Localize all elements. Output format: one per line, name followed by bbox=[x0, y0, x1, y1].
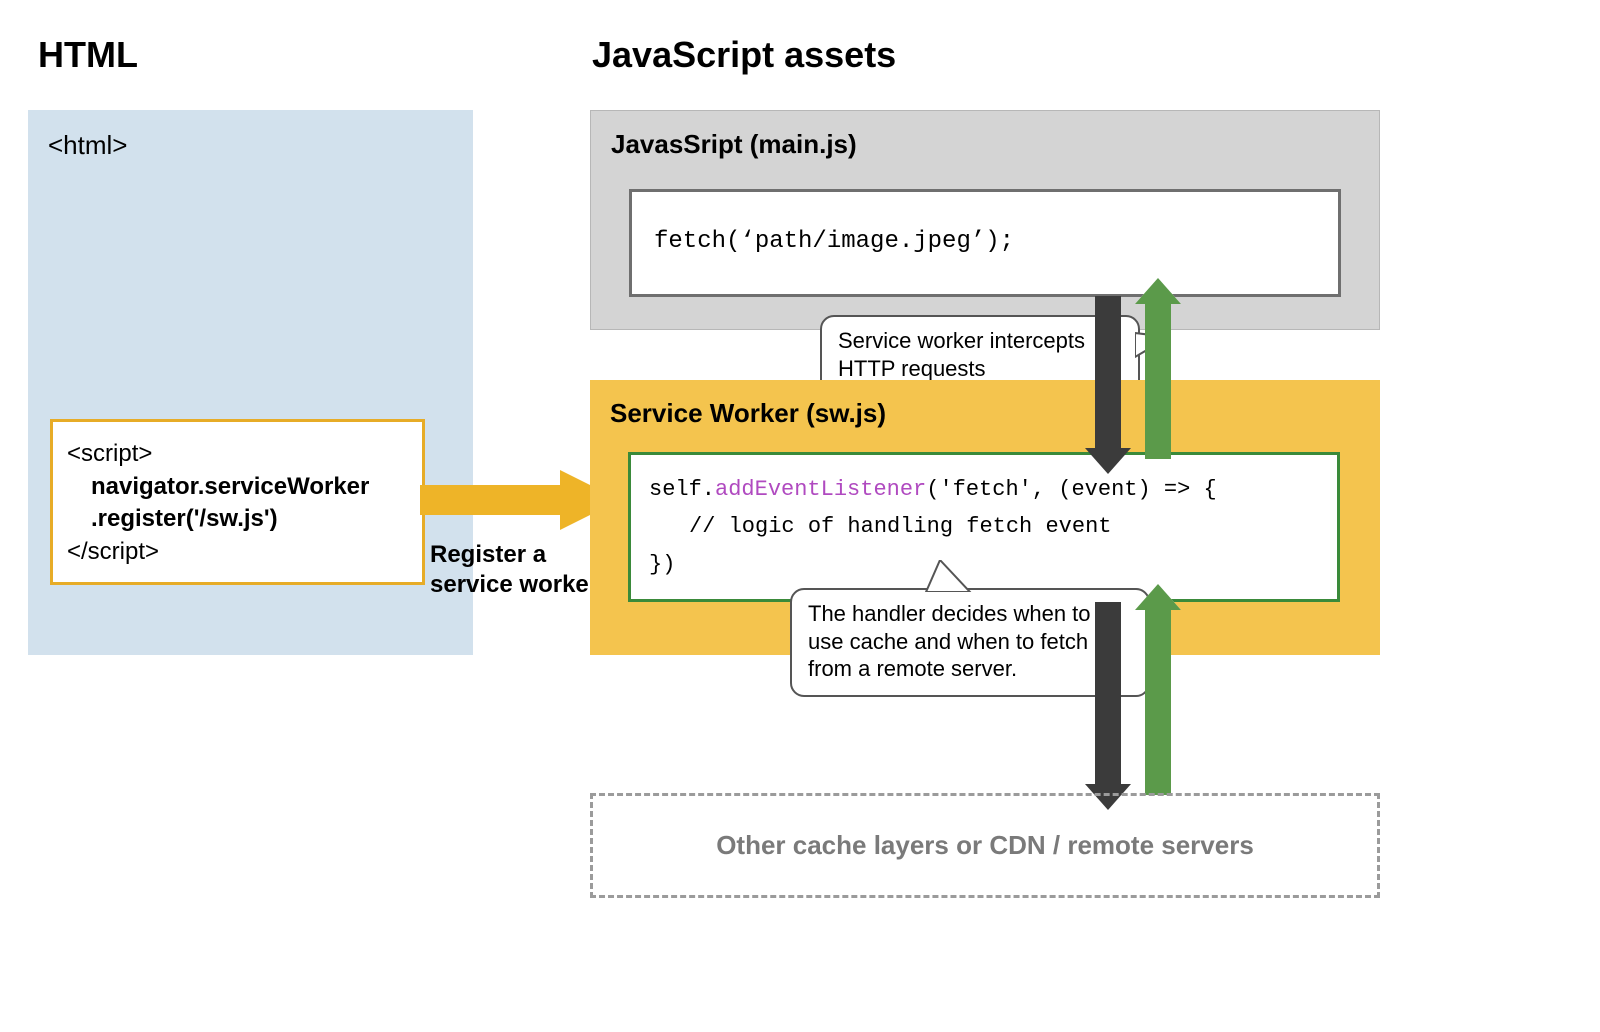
sw-code-close: }) bbox=[649, 546, 1319, 583]
heading-js-assets: JavaScript assets bbox=[592, 34, 896, 76]
html-panel: <html> <script> navigator.serviceWorker … bbox=[28, 110, 473, 655]
script-open: <script> bbox=[67, 438, 408, 470]
arrow-down-icon bbox=[1085, 296, 1131, 456]
arrow-up-icon bbox=[1135, 296, 1181, 456]
sw-code-comment: // logic of handling fetch event bbox=[649, 508, 1319, 545]
script-box: <script> navigator.serviceWorker .regist… bbox=[50, 419, 425, 585]
js-panel-title: JavasSript (main.js) bbox=[611, 129, 857, 160]
sw-code-post1: ('fetch', (event) => { bbox=[926, 477, 1216, 502]
bubble-tail-icon bbox=[922, 560, 982, 592]
heading-html: HTML bbox=[38, 34, 138, 76]
script-line2: .register('/sw.js') bbox=[67, 503, 408, 535]
sw-code-addlistener: addEventListener bbox=[715, 477, 926, 502]
html-open-tag: <html> bbox=[48, 130, 128, 161]
cdn-remote-text: Other cache layers or CDN / remote serve… bbox=[716, 830, 1254, 861]
bubble2-text: The handler decides when to use cache an… bbox=[808, 601, 1091, 681]
sw-code-box: self.addEventListener('fetch', (event) =… bbox=[628, 452, 1340, 602]
sw-code-line1: self.addEventListener('fetch', (event) =… bbox=[649, 471, 1319, 508]
cdn-remote-box: Other cache layers or CDN / remote serve… bbox=[590, 793, 1380, 898]
js-panel: JavasSript (main.js) fetch(‘path/image.j… bbox=[590, 110, 1380, 330]
script-line1: navigator.serviceWorker bbox=[67, 471, 408, 503]
bubble1-text: Service worker intercepts HTTP requests bbox=[838, 328, 1085, 381]
script-close: </script> bbox=[67, 536, 408, 568]
arrow-down-icon bbox=[1085, 602, 1131, 792]
fetch-code-box: fetch(‘path/image.jpeg’); bbox=[629, 189, 1341, 297]
arrow-up-icon bbox=[1135, 602, 1181, 792]
sw-panel-title: Service Worker (sw.js) bbox=[610, 398, 886, 429]
sw-code-pre: self. bbox=[649, 477, 715, 502]
